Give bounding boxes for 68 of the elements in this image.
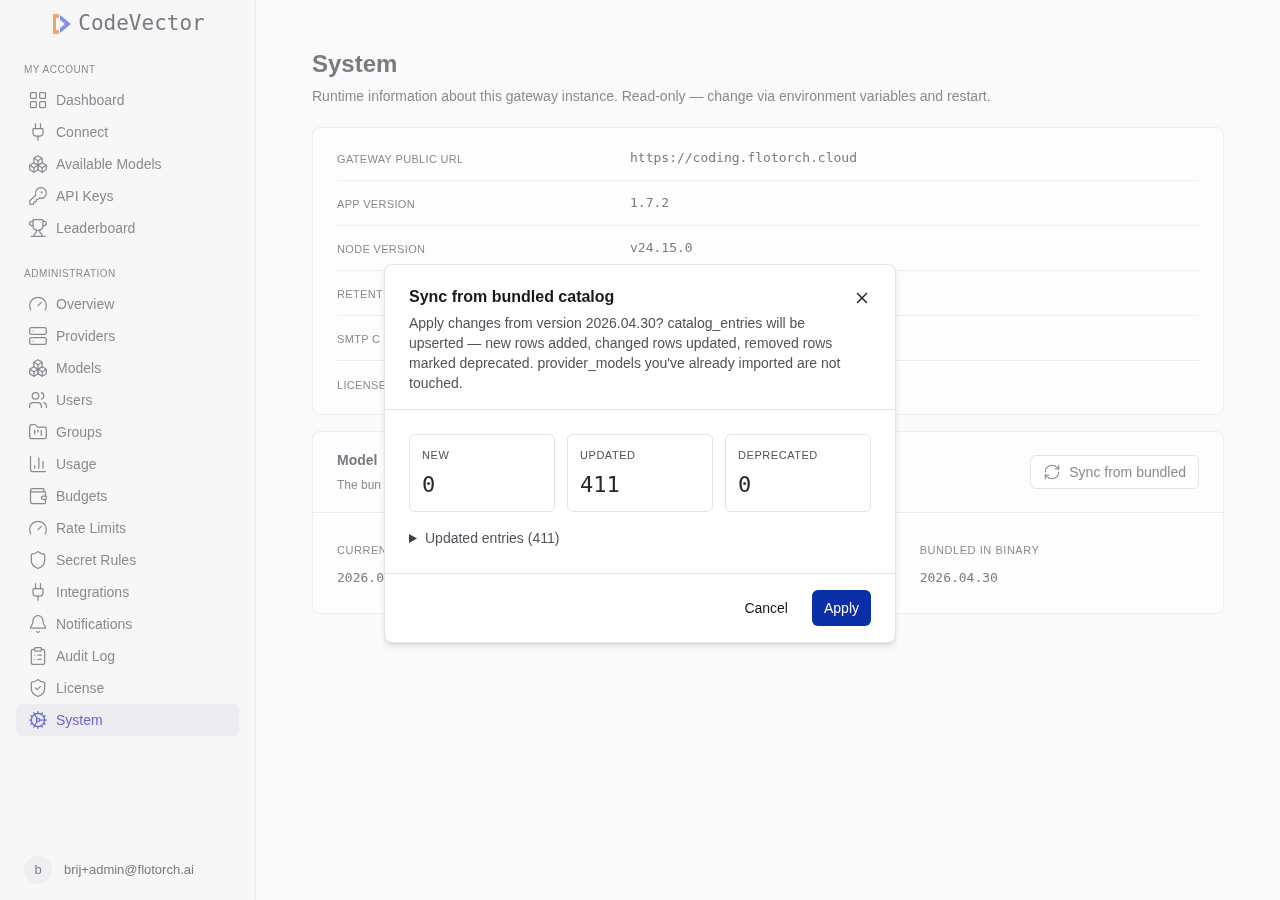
stat-value: 0: [738, 470, 753, 499]
sidebar-item[interactable]: Providers: [16, 320, 239, 352]
trophy-icon: [28, 218, 48, 238]
key-icon: [28, 186, 48, 206]
dialog-title: Sync from bundled catalog: [409, 287, 615, 307]
folder-icon: [28, 422, 48, 442]
sidebar-item[interactable]: Leaderboard: [16, 212, 239, 244]
sidebar-item[interactable]: Dashboard: [16, 84, 239, 116]
column-value: 2026.0: [337, 570, 384, 585]
sidebar-item[interactable]: Overview: [16, 288, 239, 320]
page-subtitle: Runtime information about this gateway instance. Read-only — change via environment variables and restart.: [312, 87, 991, 106]
info-label: APP VERSION: [337, 198, 415, 210]
info-label: GATEWAY PUBLIC URL: [337, 153, 464, 165]
info-value: 1.7.2: [630, 194, 670, 213]
boxes-icon: [28, 358, 48, 378]
card-subtitle: The bun: [337, 478, 382, 492]
user-avatar: b: [24, 856, 52, 884]
sidebar-item[interactable]: Users: [16, 384, 239, 416]
settings-icon: [28, 710, 48, 730]
sidebar-item[interactable]: Groups: [16, 416, 239, 448]
shield-check-icon: [28, 678, 48, 698]
column-label: BUNDLED IN BINARY: [919, 544, 1040, 556]
sidebar-item[interactable]: License: [16, 672, 239, 704]
apply-button[interactable]: Apply: [811, 590, 871, 626]
clipboard-icon: [28, 646, 48, 666]
info-label: LICENSE: [337, 378, 387, 391]
stat-label: DEPRECATED: [738, 448, 819, 463]
stat-value: 411: [580, 470, 621, 499]
info-label: RETENT: [337, 288, 383, 300]
section-heading: MY ACCOUNT: [24, 64, 96, 75]
user-email: brij+admin@flotorch.ai: [64, 861, 194, 880]
boxes-icon: [28, 154, 48, 174]
refresh-icon: [1043, 463, 1062, 481]
stat-label: NEW: [422, 448, 451, 463]
info-label: NODE VERSION: [337, 243, 426, 255]
sidebar-item[interactable]: Audit Log: [16, 640, 239, 672]
users-icon: [28, 390, 48, 410]
shield-icon: [28, 550, 48, 570]
sidebar-item[interactable]: Rate Limits: [16, 512, 239, 544]
card-title: Model: [337, 452, 378, 468]
sidebar-item[interactable]: Usage: [16, 448, 239, 480]
page-title: System: [312, 49, 398, 79]
sidebar-item[interactable]: Connect: [16, 116, 239, 148]
info-value: https://coding.flotorch.cloud: [630, 149, 857, 168]
dialog-description: Apply changes from version 2026.04.30? catalog_entries will be upserted — new rows added, changed rows updated, removed rows marked deprecated. provider_models you've already imported are not touched.: [409, 314, 842, 393]
sidebar-item[interactable]: Integrations: [16, 576, 239, 608]
updated-entries-toggle[interactable]: Updated entries (411): [409, 528, 560, 549]
sidebar-item[interactable]: Secret Rules: [16, 544, 239, 576]
stat-label: UPDATED: [580, 448, 637, 463]
bell-icon: [28, 614, 48, 634]
sidebar-item[interactable]: Models: [16, 352, 239, 384]
wallet-icon: [28, 486, 48, 506]
logo-text: CodeVector: [78, 10, 205, 38]
sidebar-item[interactable]: Budgets: [16, 480, 239, 512]
sidebar-item[interactable]: Notifications: [16, 608, 239, 640]
info-label: SMTP C: [337, 333, 381, 345]
cancel-button[interactable]: Cancel: [732, 590, 800, 626]
sync-button[interactable]: Sync from bundled: [1030, 455, 1199, 489]
sidebar-item[interactable]: System: [16, 704, 239, 736]
bar-chart-icon: [28, 454, 48, 474]
server-icon: [28, 326, 48, 346]
section-heading: ADMINISTRATION: [24, 268, 116, 279]
info-value: v24.15.0: [630, 239, 693, 258]
stat-value: 0: [422, 470, 437, 499]
sidebar-item[interactable]: Available Models: [16, 148, 239, 180]
grid-icon: [28, 90, 48, 110]
column-value: 2026.04.30: [919, 570, 998, 585]
sidebar-item[interactable]: API Keys: [16, 180, 239, 212]
